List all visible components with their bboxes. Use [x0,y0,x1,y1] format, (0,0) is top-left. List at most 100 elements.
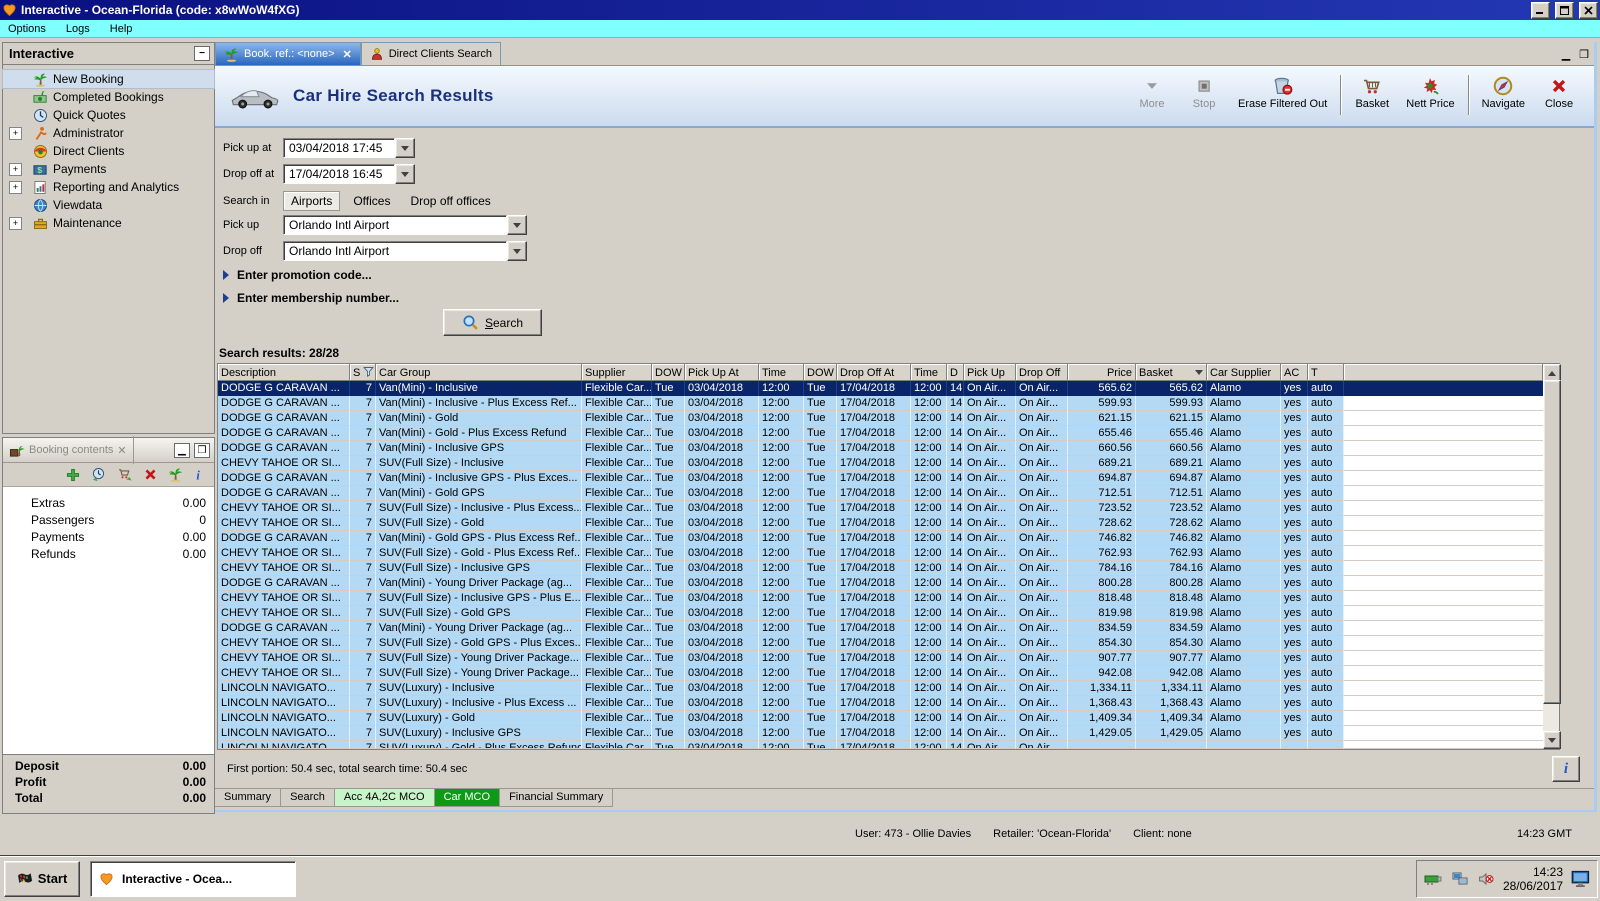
erase-filtered-out-button[interactable]: Erase Filtered Out [1231,73,1334,113]
sidebar-item-completed-bookings[interactable]: +Completed Bookings [3,88,214,106]
sidebar-item-new-booking[interactable]: +New Booking [3,70,214,88]
menu-item-help[interactable]: Help [110,23,133,35]
close-booking-panel-icon[interactable]: ✕ [117,444,126,457]
volume-muted-icon[interactable] [1477,871,1495,887]
taskbar-task-button[interactable]: Interactive - Ocea... [90,861,296,897]
minimize-view-button[interactable]: ▁ [174,443,190,458]
column-header-dow[interactable]: DOW [652,364,685,381]
result-row[interactable]: CHEVY TAHOE OR SI...7SUV(Full Size) - Yo… [218,651,1543,666]
network-connection-icon[interactable] [1451,871,1469,887]
pickup-at-dropdown-icon[interactable] [395,138,415,158]
result-row[interactable]: CHEVY TAHOE OR SI...7SUV(Full Size) - Go… [218,516,1543,531]
expand-icon[interactable]: + [9,181,22,194]
sidebar-item-direct-clients[interactable]: +Direct Clients [3,142,214,160]
column-header-description[interactable]: Description [218,364,350,381]
column-header-drop-off-at[interactable]: Drop Off At [837,364,911,381]
column-header-pick-up[interactable]: Pick Up [964,364,1016,381]
close-window-button[interactable] [1579,2,1598,19]
promotion-code-expander[interactable]: Enter promotion code... [223,268,372,282]
bottom-tab-acc-4a-2c-mco[interactable]: Acc 4A,2C MCO [335,789,435,807]
column-header-drop-off[interactable]: Drop Off [1016,364,1068,381]
pickup-field[interactable]: Orlando Intl Airport [283,215,527,235]
sidebar-item-administrator[interactable]: +Administrator [3,124,214,142]
result-row[interactable]: LINCOLN NAVIGATO...7SUV(Luxury) - GoldFl… [218,711,1543,726]
nett-price-button[interactable]: Nett Price [1399,73,1461,113]
display-icon[interactable] [1571,870,1591,888]
membership-number-expander[interactable]: Enter membership number... [223,291,399,305]
sidebar-item-reporting-and-analytics[interactable]: +Reporting and Analytics [3,178,214,196]
dropoff-field[interactable]: Orlando Intl Airport [283,241,527,261]
search-button[interactable]: Search [443,309,542,336]
result-row[interactable]: LINCOLN NAVIGATO...7SUV(Luxury) - Inclus… [218,681,1543,696]
tab-close-icon[interactable]: ✕ [343,48,352,61]
column-header-time[interactable]: Time [759,364,804,381]
search-in-option-drop-off-offices[interactable]: Drop off offices [403,192,497,210]
pickup-at-field[interactable]: 03/04/2018 17:45 [283,138,415,158]
expand-icon[interactable]: + [9,217,22,230]
search-in-option-offices[interactable]: Offices [346,192,397,210]
mdi-minimize-button[interactable]: ▁ [1558,47,1574,61]
vertical-scrollbar[interactable] [1543,364,1559,749]
info-button[interactable]: i [1552,756,1580,782]
result-row[interactable]: CHEVY TAHOE OR SI...7SUV(Full Size) - In… [218,501,1543,516]
dropoff-value[interactable]: Orlando Intl Airport [283,241,507,261]
result-row[interactable]: LINCOLN NAVIGATO...7SUV(Luxury) - Inclus… [218,696,1543,711]
result-row[interactable]: CHEVY TAHOE OR SI...7SUV(Full Size) - Go… [218,636,1543,651]
close-button[interactable]: Close [1534,73,1584,113]
result-row[interactable]: CHEVY TAHOE OR SI...7SUV(Full Size) - Yo… [218,666,1543,681]
expand-icon[interactable]: + [9,163,22,176]
pickup-at-value[interactable]: 03/04/2018 17:45 [283,138,395,158]
column-header-pick-up-at[interactable]: Pick Up At [685,364,759,381]
tab-direct-clients-search[interactable]: Direct Clients Search [361,42,501,65]
start-button[interactable]: Start [4,861,80,897]
column-header-price[interactable]: Price [1068,364,1136,381]
mdi-maximize-button[interactable]: ❒ [1576,47,1592,61]
result-row[interactable]: DODGE G CARAVAN ...7Van(Mini) - GoldFlex… [218,411,1543,426]
bottom-tab-summary[interactable]: Summary [215,789,281,807]
result-row[interactable]: DODGE G CARAVAN ...7Van(Mini) - Young Dr… [218,576,1543,591]
booking-row-passengers[interactable]: Passengers0 [3,511,214,528]
basket-button[interactable]: Basket [1347,73,1397,113]
scroll-down-icon[interactable] [1543,731,1561,749]
booking-contents-tab[interactable]: Booking contents ✕ [7,436,134,464]
pickup-dropdown-icon[interactable] [507,215,527,235]
column-header-t[interactable]: T [1308,364,1344,381]
column-header-car-supplier[interactable]: Car Supplier [1207,364,1281,381]
expand-icon[interactable]: + [9,127,22,140]
sidebar-item-quick-quotes[interactable]: +Quick Quotes [3,106,214,124]
tab-book-ref-none-[interactable]: Book. ref.: <none>✕ [215,42,361,65]
sidebar-item-maintenance[interactable]: +Maintenance [3,214,214,232]
result-row[interactable]: CHEVY TAHOE OR SI...7SUV(Full Size) - In… [218,456,1543,471]
delete-icon[interactable] [144,468,157,481]
menu-item-options[interactable]: Options [8,23,46,35]
collapse-panel-button[interactable]: − [194,46,210,61]
pickup-value[interactable]: Orlando Intl Airport [283,215,507,235]
maximize-button[interactable] [1555,2,1574,19]
dropoff-dropdown-icon[interactable] [507,241,527,261]
result-row[interactable]: DODGE G CARAVAN ...7Van(Mini) - Inclusiv… [218,471,1543,486]
filter-funnel-icon[interactable] [363,366,374,380]
booking-row-payments[interactable]: Payments0.00 [3,528,214,545]
column-header-basket[interactable]: Basket [1136,364,1207,381]
result-row[interactable]: LINCOLN NAVIGATO...7SUV(Luxury) - Gold -… [218,741,1543,749]
dropoff-at-value[interactable]: 17/04/2018 16:45 [283,164,395,184]
result-row[interactable]: DODGE G CARAVAN ...7Van(Mini) - Inclusiv… [218,396,1543,411]
result-row[interactable]: DODGE G CARAVAN ...7Van(Mini) - Inclusiv… [218,441,1543,456]
add-icon[interactable] [66,468,80,482]
column-header-time[interactable]: Time [911,364,947,381]
dropoff-at-dropdown-icon[interactable] [395,164,415,184]
result-row[interactable]: DODGE G CARAVAN ...7Van(Mini) - Gold - P… [218,426,1543,441]
minimize-button[interactable] [1531,2,1550,19]
navigate-button[interactable]: Navigate [1475,73,1532,113]
result-row[interactable]: DODGE G CARAVAN ...7Van(Mini) - Young Dr… [218,621,1543,636]
quick-quote-icon[interactable] [91,467,106,482]
result-row[interactable]: CHEVY TAHOE OR SI...7SUV(Full Size) - In… [218,561,1543,576]
scrollbar-thumb[interactable] [1543,380,1561,704]
booking-row-extras[interactable]: Extras0.00 [3,494,214,511]
info-icon[interactable]: i [194,468,204,482]
result-row[interactable]: DODGE G CARAVAN ...7Van(Mini) - Gold GPS… [218,531,1543,546]
add-to-basket-icon[interactable] [117,467,133,482]
sidebar-item-viewdata[interactable]: +Viewdata [3,196,214,214]
column-header-ac[interactable]: AC [1281,364,1308,381]
search-in-option-airports[interactable]: Airports [283,191,340,211]
